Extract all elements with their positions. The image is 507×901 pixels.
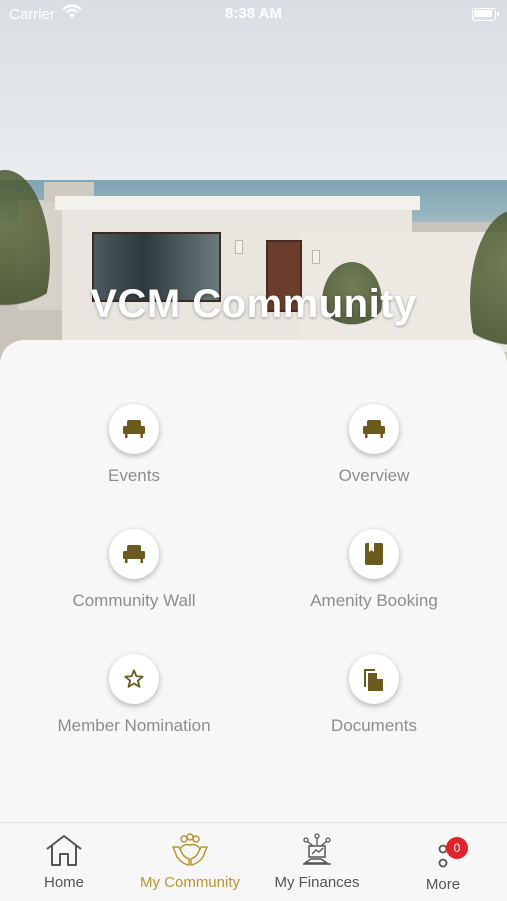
menu-item-label: Overview [338, 466, 410, 485]
menu-item-events[interactable]: Events [19, 404, 249, 486]
community-menu-card: Events Overview Community Wall Amenity B… [0, 340, 507, 822]
nav-my-finances[interactable]: My Finances [254, 833, 380, 891]
book-icon [365, 543, 383, 565]
menu-item-member-nomination[interactable]: Member Nomination [19, 654, 249, 736]
nav-label: My Community [139, 874, 240, 891]
nav-label: My Finances [274, 874, 360, 891]
battery-icon [472, 8, 499, 21]
hero-image: VCM Community [0, 0, 507, 372]
finance-icon [303, 833, 331, 865]
menu-item-overview[interactable]: Overview [259, 404, 489, 486]
nav-home[interactable]: Home [1, 833, 127, 891]
menu-item-label: Events [108, 466, 160, 485]
nav-label: More [425, 876, 461, 893]
menu-item-label: Community Wall [72, 591, 196, 610]
nav-my-community[interactable]: My Community [127, 833, 253, 891]
nav-label: Home [43, 874, 84, 891]
menu-item-label: Amenity Booking [310, 591, 438, 610]
notification-badge: 0 [446, 837, 468, 859]
chair-icon [363, 420, 385, 438]
community-hands-icon [172, 833, 208, 866]
menu-item-documents[interactable]: Documents [259, 654, 489, 736]
menu-item-label: Member Nomination [57, 716, 211, 735]
bottom-nav: Home My Community My Finances 0 More [0, 822, 507, 901]
status-time: 8:38 AM [225, 5, 282, 22]
menu-item-community-wall[interactable]: Community Wall [19, 529, 249, 611]
documents-icon [364, 669, 383, 691]
community-title: VCM Community [90, 282, 417, 326]
menu-item-amenity-booking[interactable]: Amenity Booking [259, 529, 489, 611]
star-icon [124, 669, 144, 688]
menu-item-label: Documents [331, 716, 417, 735]
chair-icon [123, 420, 145, 438]
home-icon [46, 835, 82, 866]
nav-more[interactable]: 0 More [380, 833, 506, 893]
status-bar: Carrier 8:38 AM [0, 0, 507, 30]
chair-icon [123, 545, 145, 563]
